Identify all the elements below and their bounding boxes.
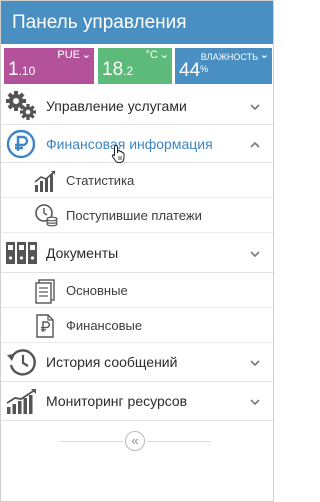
- submenu-item-statistics-label: Статистика: [66, 173, 135, 188]
- menu-item-monitoring-label: Мониторинг ресурсов: [46, 393, 188, 409]
- submenu-item-statistics[interactable]: Статистика: [1, 163, 273, 198]
- metric-tiles: PUE ⌄ 1.10 °C ⌄ 18.2 ВЛАЖНОСТЬ ⌄ 44%: [4, 48, 272, 84]
- tile-pue-value: 1.10: [8, 59, 36, 80]
- submenu-item-financial-documents[interactable]: Финансовые: [1, 308, 273, 343]
- ruble-circle-icon: [5, 128, 39, 160]
- submenu-item-payments-label: Поступившие платежи: [66, 208, 202, 223]
- collapse-sidebar-button[interactable]: «: [125, 431, 145, 451]
- gears-icon: [5, 90, 39, 122]
- tile-pue-label: PUE: [57, 49, 80, 61]
- history-icon: [5, 346, 39, 378]
- submenu-item-main-documents[interactable]: Основные: [1, 273, 273, 308]
- chevron-down-icon[interactable]: ⌄: [160, 48, 169, 62]
- tile-humidity[interactable]: ВЛАЖНОСТЬ ⌄ 44%: [175, 48, 272, 84]
- document-icon: [33, 278, 59, 304]
- menu-item-services[interactable]: Управление услугами: [1, 87, 273, 125]
- monitoring-chart-icon: [5, 385, 39, 417]
- tile-pue[interactable]: PUE ⌄ 1.10: [4, 48, 94, 84]
- menu-item-services-label: Управление услугами: [46, 98, 187, 114]
- hand-cursor-icon: [111, 144, 127, 164]
- divider: [147, 441, 211, 442]
- menu-item-documents-label: Документы: [46, 245, 119, 261]
- chevron-up-icon[interactable]: [249, 138, 261, 150]
- divider: [59, 441, 123, 442]
- menu-item-finance[interactable]: Финансовая информация: [1, 125, 273, 163]
- tile-temperature-value: 18.2: [102, 59, 134, 80]
- tile-temperature[interactable]: °C ⌄ 18.2: [98, 48, 172, 84]
- submenu-item-main-documents-label: Основные: [66, 283, 128, 298]
- tile-humidity-value: 44%: [179, 60, 209, 81]
- chevron-down-icon[interactable]: [249, 247, 261, 259]
- menu-item-documents[interactable]: Документы: [1, 233, 273, 273]
- menu-item-history-label: История сообщений: [46, 354, 178, 370]
- chevron-down-icon[interactable]: ⌄: [260, 48, 269, 62]
- tile-humidity-label: ВЛАЖНОСТЬ: [200, 52, 258, 62]
- menu-item-monitoring[interactable]: Мониторинг ресурсов: [1, 382, 273, 421]
- submenu-item-financial-documents-label: Финансовые: [66, 318, 143, 333]
- chevron-down-icon[interactable]: [249, 100, 261, 112]
- panel-title: Панель управления: [12, 12, 187, 33]
- submenu-item-payments[interactable]: Поступившие платежи: [1, 198, 273, 233]
- tile-temperature-label: °C: [145, 49, 158, 61]
- control-panel: Панель управления PUE ⌄ 1.10 °C ⌄ 18.2 В…: [0, 0, 274, 502]
- chevron-down-icon[interactable]: [249, 395, 261, 407]
- side-menu: Управление услугами Финансовая информаци…: [1, 87, 273, 421]
- double-chevron-left-icon: «: [131, 433, 139, 448]
- menu-item-history[interactable]: История сообщений: [1, 343, 273, 382]
- bar-chart-icon: [33, 168, 59, 194]
- chevron-down-icon[interactable]: [249, 356, 261, 368]
- panel-header: Панель управления: [1, 1, 273, 44]
- menu-item-finance-label: Финансовая информация: [46, 136, 213, 152]
- payments-icon: [33, 203, 59, 229]
- chevron-down-icon[interactable]: ⌄: [82, 48, 91, 62]
- binders-icon: [5, 236, 39, 268]
- ruble-document-icon: [33, 313, 59, 339]
